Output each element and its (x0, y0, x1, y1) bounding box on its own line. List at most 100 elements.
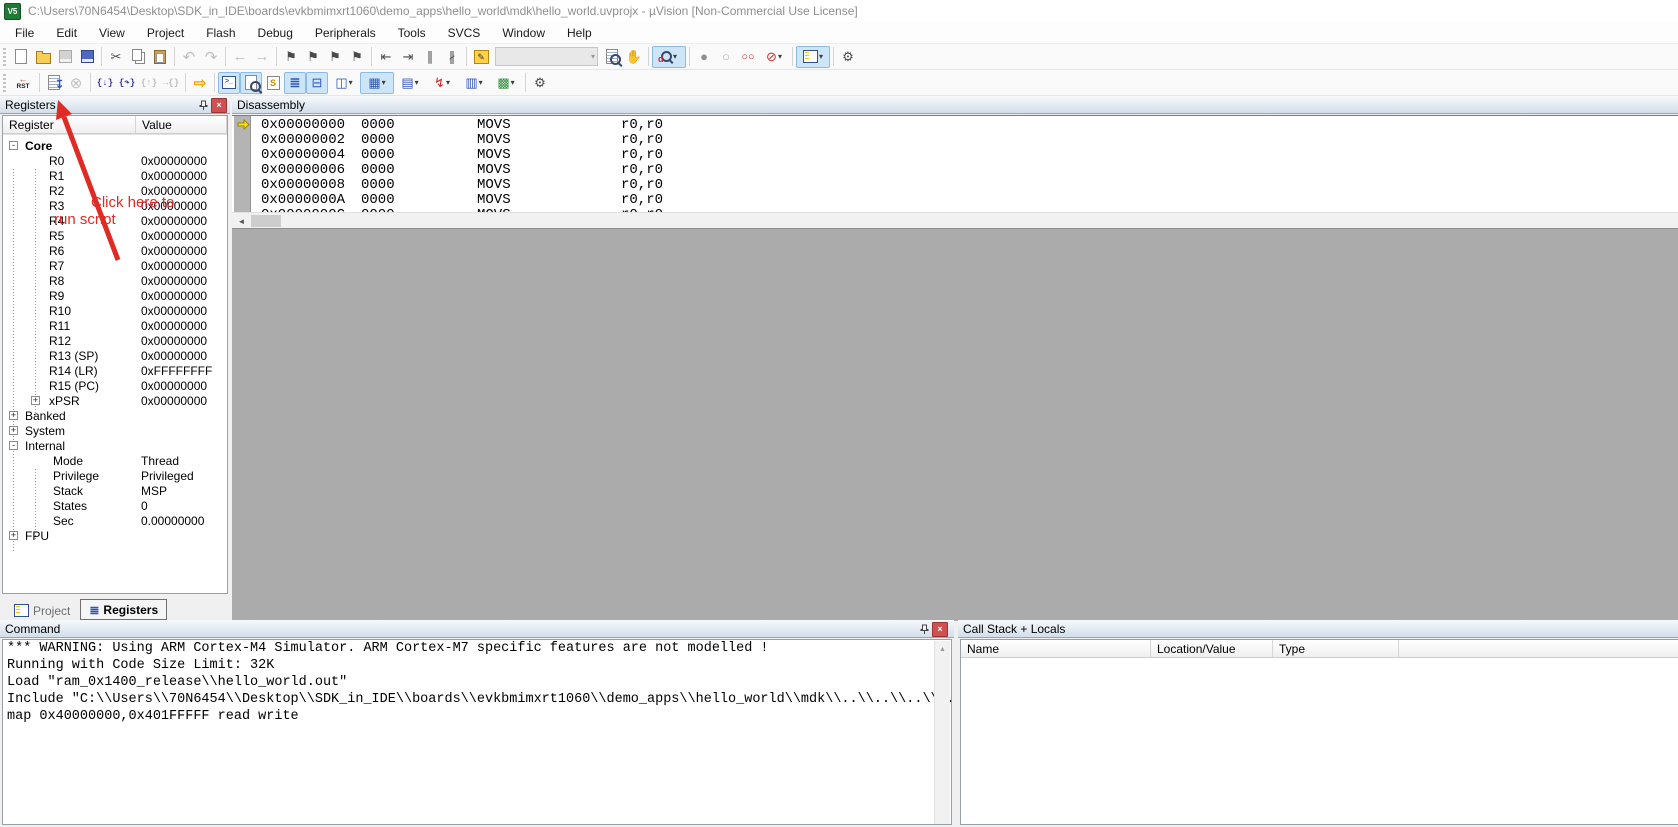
register-row[interactable]: - Core (3, 139, 227, 154)
menu-edit[interactable]: Edit (45, 22, 88, 43)
menu-file[interactable]: File (4, 22, 45, 43)
open-file-button[interactable] (32, 46, 54, 68)
step-out-button[interactable]: {↑} (138, 72, 160, 94)
disassembly-row[interactable]: 0x00000008 0000 MOVS r0,r0 (251, 177, 1678, 193)
step-over-button[interactable]: {↷} (116, 72, 138, 94)
menu-help[interactable]: Help (556, 22, 603, 43)
command-window-button[interactable]: >_ (218, 71, 240, 94)
kill-all-breakpoints-button[interactable]: ⊘ ▾ (759, 46, 789, 68)
register-row[interactable]: R12 0x00000000 (3, 334, 227, 349)
call-stack-window-button[interactable]: ⊟ (306, 71, 328, 94)
enable-disable-breakpoint-button[interactable]: ○ (715, 46, 737, 68)
memory-windows-button[interactable]: ▦ ▾ (360, 71, 394, 94)
tree-expander[interactable]: + (9, 411, 18, 420)
horizontal-scrollbar[interactable]: ◄ (232, 212, 1678, 229)
find-in-files-button[interactable] (601, 46, 623, 68)
show-next-statement-button[interactable]: ⇨ (189, 72, 211, 94)
save-button[interactable] (54, 46, 76, 68)
menu-flash[interactable]: Flash (195, 22, 246, 43)
register-row[interactable]: - Internal (3, 439, 227, 454)
run-to-line-button[interactable]: →{} (160, 72, 182, 94)
pin-icon[interactable] (920, 624, 929, 635)
register-row[interactable]: R2 0x00000000 (3, 184, 227, 199)
paste-button[interactable] (149, 46, 171, 68)
save-all-button[interactable] (76, 46, 98, 68)
debug-settings-button[interactable]: ⚙ (529, 72, 551, 94)
register-row[interactable]: States 0 (3, 499, 227, 514)
type-column-header[interactable]: Type (1273, 640, 1399, 658)
configure-editor-button[interactable]: ✎ (470, 46, 492, 68)
disable-all-breakpoints-button[interactable]: ○○ (737, 46, 759, 68)
register-row[interactable]: R6 0x00000000 (3, 244, 227, 259)
register-row[interactable]: R11 0x00000000 (3, 319, 227, 334)
serial-windows-button[interactable]: ▤ ▾ (394, 72, 426, 94)
disassembly-row[interactable]: 0x0000000A 0000 MOVS r0,r0 (251, 192, 1678, 208)
toolbar-grip[interactable] (3, 47, 6, 66)
next-bookmark-button[interactable]: ⚑ (324, 46, 346, 68)
disassembly-gutter[interactable] (234, 116, 251, 213)
tab-registers[interactable]: ≣ Registers (80, 599, 168, 620)
disassembly-row[interactable]: 0x00000004 0000 MOVS r0,r0 (251, 147, 1678, 163)
register-row[interactable]: R10 0x00000000 (3, 304, 227, 319)
register-row[interactable]: + FPU (3, 529, 227, 544)
trace-windows-button[interactable]: ▥ ▾ (458, 72, 490, 94)
analysis-windows-button[interactable]: ↯ ▾ (426, 72, 458, 94)
pin-icon[interactable] (199, 100, 208, 111)
menu-view[interactable]: View (88, 22, 136, 43)
name-column-header[interactable]: Name (961, 640, 1151, 658)
register-row[interactable]: Mode Thread (3, 454, 227, 469)
register-row[interactable]: R13 (SP) 0x00000000 (3, 349, 227, 364)
toggle-bookmark-button[interactable]: ⚑ (280, 46, 302, 68)
registers-window-button[interactable]: ≣ (284, 71, 306, 94)
menu-peripherals[interactable]: Peripherals (304, 22, 387, 43)
insert-breakpoint-button[interactable]: ● (693, 46, 715, 68)
register-column-header[interactable]: Register (3, 116, 136, 134)
uncomment-button[interactable]: ∦ (441, 46, 463, 68)
register-row[interactable]: R0 0x00000000 (3, 154, 227, 169)
navigate-forward-button[interactable]: → (251, 46, 273, 68)
tree-expander[interactable]: + (9, 531, 18, 540)
register-row[interactable]: R15 (PC) 0x00000000 (3, 379, 227, 394)
symbols-window-button[interactable]: S (262, 72, 284, 94)
reset-button[interactable]: ← RST (10, 72, 36, 94)
disassembly-row[interactable]: 0x00000002 0000 MOVS r0,r0 (251, 132, 1678, 148)
system-viewer-button[interactable]: ▩ ▾ (490, 72, 522, 94)
disassembly-row[interactable]: 0x00000000 0000 MOVS r0,r0 (251, 117, 1678, 133)
register-row[interactable]: R8 0x00000000 (3, 274, 227, 289)
copy-button[interactable] (127, 46, 149, 68)
register-row[interactable]: R3 0x00000000 (3, 199, 227, 214)
register-row[interactable]: Stack MSP (3, 484, 227, 499)
tree-expander[interactable]: + (9, 426, 18, 435)
step-into-button[interactable]: {↓} (94, 72, 116, 94)
scrollbar-thumb[interactable] (251, 215, 281, 227)
menu-debug[interactable]: Debug (247, 22, 304, 43)
stop-button[interactable]: ⊗ (65, 72, 87, 94)
disassembly-window-button[interactable] (240, 71, 262, 94)
cut-button[interactable]: ✂ (105, 46, 127, 68)
menu-tools[interactable]: Tools (387, 22, 437, 43)
clear-bookmarks-button[interactable]: ⚑ (346, 46, 368, 68)
menu-window[interactable]: Window (491, 22, 556, 43)
tree-expander[interactable]: - (9, 441, 18, 450)
toolbar-grip[interactable] (3, 73, 6, 92)
window-layout-button[interactable]: ▾ (796, 45, 830, 68)
new-file-button[interactable] (10, 46, 32, 68)
scroll-up-arrow-icon[interactable]: ▲ (935, 642, 950, 656)
register-row[interactable]: R7 0x00000000 (3, 259, 227, 274)
comment-button[interactable]: ∥ (419, 46, 441, 68)
unindent-button[interactable]: ⇤ (375, 46, 397, 68)
register-row[interactable]: + Banked (3, 409, 227, 424)
register-row[interactable]: R9 0x00000000 (3, 289, 227, 304)
tree-expander[interactable]: - (9, 141, 18, 150)
navigate-back-button[interactable]: ← (229, 46, 251, 68)
configure-tools-button[interactable]: ⚙ (837, 46, 859, 68)
start-stop-debug-button[interactable]: d ▾ (652, 45, 686, 68)
menu-project[interactable]: Project (136, 22, 195, 43)
tree-expander[interactable]: + (31, 396, 40, 405)
location-value-column-header[interactable]: Location/Value (1151, 640, 1273, 658)
redo-button[interactable]: ↷ (200, 46, 222, 68)
run-script-button[interactable]: ↧ (43, 72, 65, 94)
close-icon[interactable]: × (932, 622, 948, 637)
register-row[interactable]: Privilege Privileged (3, 469, 227, 484)
undo-button[interactable]: ↶ (178, 46, 200, 68)
